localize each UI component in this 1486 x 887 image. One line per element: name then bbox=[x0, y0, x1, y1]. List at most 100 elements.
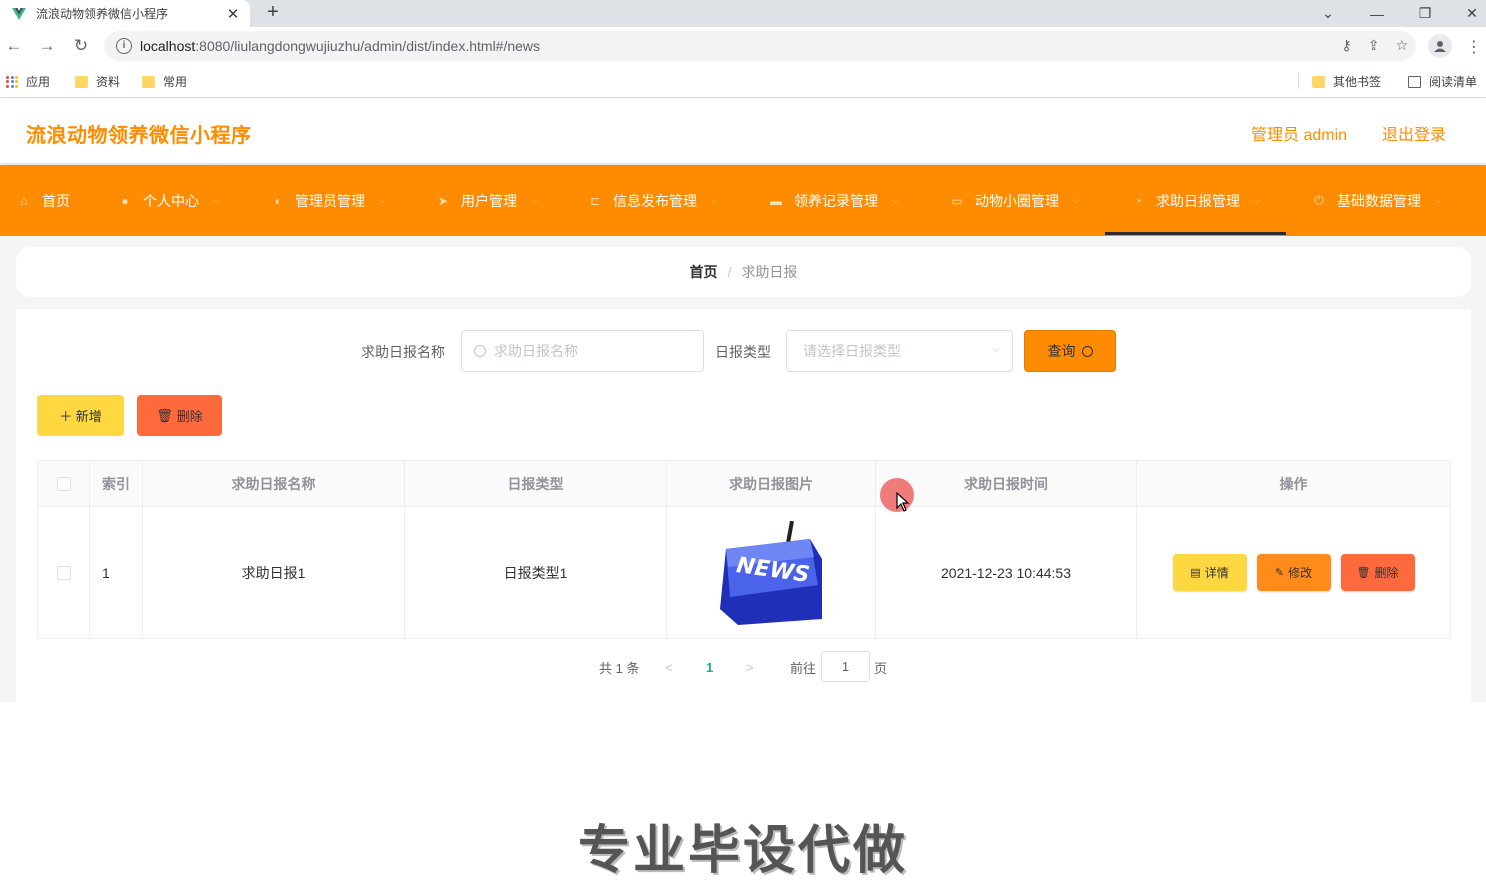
forward-icon[interactable]: → bbox=[35, 34, 59, 58]
reading-list-icon bbox=[1408, 75, 1421, 88]
search-icon bbox=[1081, 345, 1093, 357]
column-header[interactable]: 求助日报图片 bbox=[667, 461, 876, 506]
chevron-down-icon: ⌵ bbox=[1254, 195, 1261, 205]
reload-icon[interactable]: ↻ bbox=[69, 34, 93, 58]
row-time: 2021-12-23 10:44:53 bbox=[876, 507, 1137, 638]
nav-item-publish[interactable]: ⊏ 信息发布管理 ⌵ bbox=[588, 165, 718, 236]
page-suffix: 页 bbox=[874, 660, 888, 676]
nav-label: 基础数据管理 bbox=[1337, 192, 1421, 209]
row-delete-button[interactable]: 🗑 删除 bbox=[1340, 554, 1415, 591]
browser-tab[interactable]: 流浪动物领养微信小程序 ✕ bbox=[0, 0, 250, 27]
crop-icon: ⊏ bbox=[589, 193, 601, 208]
nav-label: 管理员管理 bbox=[295, 192, 365, 209]
user-icon: ● bbox=[121, 193, 129, 208]
bookmark-apps[interactable]: 应用 bbox=[6, 73, 50, 90]
bookmark-folder[interactable]: 常用 bbox=[142, 73, 187, 90]
chevron-down-icon: ⌵ bbox=[379, 195, 386, 205]
browser-menu-icon[interactable]: ⋮ bbox=[1466, 37, 1482, 57]
delete-label: 删除 bbox=[1374, 566, 1399, 580]
bookmark-reading-list[interactable]: 阅读清单 bbox=[1408, 73, 1477, 90]
profile-avatar-icon[interactable] bbox=[1428, 34, 1452, 58]
search-name-input[interactable]: 求助日报名称 bbox=[461, 330, 704, 372]
chevron-down-icon: ⌵ bbox=[1435, 195, 1442, 205]
breadcrumb-home[interactable]: 首页 bbox=[690, 262, 718, 282]
detail-button[interactable]: ▤ 详情 bbox=[1172, 554, 1247, 591]
row-ops: ▤ 详情 ✎ 修改 🗑 删除 bbox=[1137, 507, 1450, 638]
bookmarks-bar: 应用 资料 常用 其他书签 阅读清单 bbox=[0, 65, 1486, 98]
nav-item-adoptions[interactable]: ▬ 领养记录管理 ⌵ bbox=[769, 165, 899, 236]
nav-label: 领养记录管理 bbox=[794, 192, 878, 209]
delete-label: 删除 bbox=[176, 409, 203, 424]
nav-item-home[interactable]: ⌂ 首页 bbox=[17, 165, 70, 236]
admin-label: 管理员 admin bbox=[1251, 127, 1348, 144]
row-image-cell: NEWS bbox=[667, 507, 876, 638]
nav-item-circle[interactable]: ▭ 动物小圈管理 ⌵ bbox=[950, 165, 1080, 236]
header-select-all bbox=[38, 461, 90, 506]
row-name: 求助日报1 bbox=[143, 507, 405, 638]
prev-page-icon[interactable]: < bbox=[665, 656, 673, 678]
bookmark-other[interactable]: 其他书签 bbox=[1312, 73, 1381, 90]
tab-close-icon[interactable]: ✕ bbox=[222, 5, 244, 23]
next-page-icon[interactable]: > bbox=[746, 656, 754, 678]
search-name-label: 求助日报名称 bbox=[361, 344, 445, 360]
column-header[interactable]: 求助日报时间 bbox=[876, 461, 1137, 506]
bookmark-divider bbox=[1298, 73, 1299, 89]
home-icon: ⌂ bbox=[20, 193, 28, 208]
minimize-icon[interactable]: — bbox=[1354, 0, 1400, 27]
query-label: 查询 bbox=[1047, 343, 1076, 359]
edit-button[interactable]: ✎ 修改 bbox=[1256, 554, 1331, 591]
tab-search-icon[interactable]: ⌄ bbox=[1305, 0, 1351, 27]
back-icon[interactable]: ← bbox=[2, 34, 26, 58]
key-icon[interactable]: ⚷ bbox=[1341, 37, 1351, 54]
batch-delete-button[interactable]: 🗑 删除 bbox=[137, 395, 222, 436]
address-bar[interactable]: i localhost:8080/liulangdongwujiuzhu/adm… bbox=[104, 31, 1416, 61]
chevron-down-icon: ⌵ bbox=[1073, 195, 1080, 205]
star-icon[interactable]: ☆ bbox=[1395, 37, 1408, 54]
new-tab-button[interactable]: + bbox=[262, 0, 284, 27]
goto-page-input[interactable]: 1 bbox=[821, 651, 870, 682]
bookmark-label: 资料 bbox=[96, 75, 121, 89]
table-header: 索引 求助日报名称 日报类型 求助日报图片 求助日报时间 操作 bbox=[38, 461, 1450, 507]
edit-icon: ✎ bbox=[1274, 567, 1285, 579]
nav-active-indicator bbox=[1105, 232, 1286, 235]
document-icon: ▤ bbox=[1190, 567, 1201, 579]
column-header[interactable]: 索引 bbox=[90, 461, 143, 506]
nav-item-help-daily[interactable]: ◔ 求助日报管理 ⌵ bbox=[1131, 165, 1261, 236]
nav-item-base-data[interactable]: ⏻ 基础数据管理 ⌵ bbox=[1312, 165, 1442, 236]
nav-item-admins[interactable]: ◖ 管理员管理 ⌵ bbox=[270, 165, 386, 236]
bookmark-label: 常用 bbox=[163, 75, 188, 89]
page-number[interactable]: 1 bbox=[706, 656, 713, 678]
search-type-label: 日报类型 bbox=[715, 344, 771, 360]
tab-title: 流浪动物领养微信小程序 bbox=[36, 7, 169, 21]
row-checkbox[interactable] bbox=[56, 565, 71, 580]
nav-item-users[interactable]: ➤ 用户管理 ⌵ bbox=[436, 165, 538, 236]
share-icon[interactable]: ⇪ bbox=[1368, 37, 1380, 54]
goto-label: 前往 bbox=[790, 660, 817, 676]
chat-icon: ▬ bbox=[770, 193, 782, 208]
nav-label: 首页 bbox=[42, 192, 70, 209]
bookmark-label: 其他书签 bbox=[1333, 75, 1382, 89]
nav-label: 个人中心 bbox=[143, 192, 199, 209]
logout-link[interactable]: 退出登录 bbox=[1382, 121, 1446, 145]
chevron-down-icon: ⌵ bbox=[531, 195, 538, 205]
breadcrumb-current: 求助日报 bbox=[741, 264, 798, 280]
mic-icon: ◖ bbox=[273, 193, 281, 208]
select-all-checkbox[interactable] bbox=[56, 476, 71, 491]
nav-item-profile[interactable]: ● 个人中心 ⌵ bbox=[118, 165, 219, 236]
power-icon: ⏻ bbox=[1314, 193, 1324, 207]
add-button[interactable]: ＋ 新增 bbox=[37, 395, 124, 436]
window-close-icon[interactable]: ✕ bbox=[1449, 0, 1486, 27]
url-host: localhost bbox=[140, 38, 196, 54]
type-select[interactable]: 请选择日报类型 ⌵ bbox=[786, 330, 1013, 372]
query-button[interactable]: 查询 bbox=[1024, 330, 1116, 372]
folder-icon bbox=[1312, 75, 1325, 88]
pagination-total: 共 1 条 bbox=[599, 660, 640, 676]
row-type: 日报类型1 bbox=[405, 507, 667, 638]
bookmark-folder[interactable]: 资料 bbox=[75, 73, 120, 90]
site-info-icon[interactable]: i bbox=[116, 38, 132, 54]
column-header[interactable]: 求助日报名称 bbox=[143, 461, 405, 506]
column-header[interactable]: 日报类型 bbox=[405, 461, 667, 506]
folder-icon bbox=[142, 75, 155, 88]
restore-icon[interactable]: ❐ bbox=[1402, 0, 1448, 27]
row-select-cell bbox=[38, 507, 90, 638]
